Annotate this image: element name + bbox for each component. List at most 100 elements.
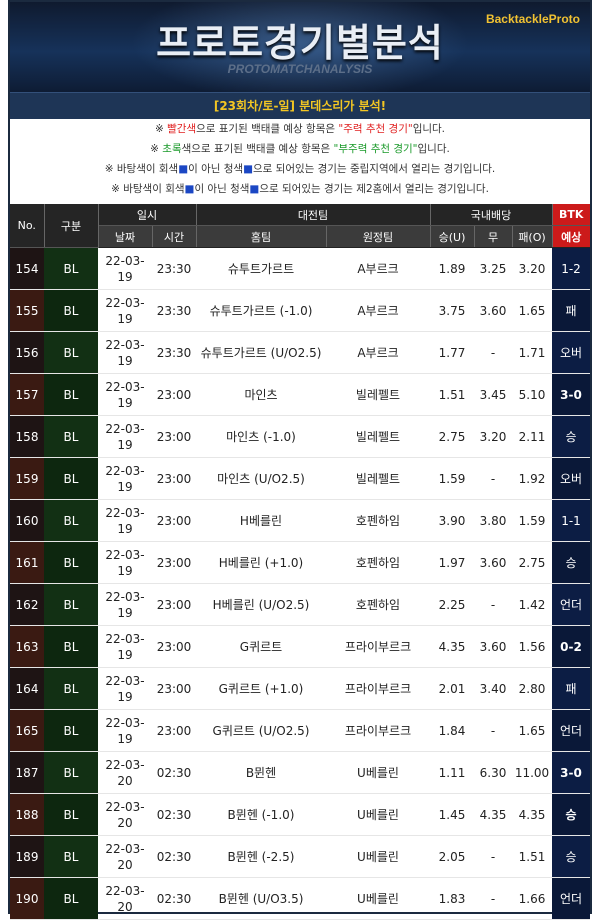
header-pred: 예상 — [552, 225, 590, 248]
away-team: 프라이부르크 — [326, 667, 430, 710]
btk-prediction: 패 — [552, 289, 590, 332]
match-date: 22-03-19 — [98, 541, 152, 584]
league-code: BL — [44, 583, 98, 626]
table-row[interactable]: 154 BL 22-03-19 23:30 슈투트가르트 A부르크 1.89 3.25 3.20… — [10, 247, 590, 290]
odds-draw: - — [474, 709, 512, 752]
odds-win: 1.97 — [430, 541, 474, 584]
note-hl: ■ — [178, 163, 189, 175]
match-number: 157 — [10, 373, 44, 416]
page-frame: 프로토경기별분석 PROTOMATCHANALYSIS BacktacklePr… — [8, 0, 592, 920]
match-number: 154 — [10, 247, 44, 290]
away-team: A부르크 — [326, 289, 430, 332]
away-team: U베를린 — [326, 793, 430, 836]
table-row[interactable]: 163 BL 22-03-19 23:00 G퀴르트 프라이부르크 4.35 3.60 1.56… — [10, 625, 590, 668]
table-row[interactable]: 161 BL 22-03-19 23:00 H베를린 (+1.0) 호펜하임 1.97 3.6… — [10, 541, 590, 584]
odds-win: 1.83 — [430, 877, 474, 920]
table-row[interactable]: 190 BL 22-03-20 02:30 B뮌헨 (U/O3.5) U베를린 1.83-1… — [10, 877, 590, 920]
odds-draw: 4.35 — [474, 793, 512, 836]
note-mid: 이 아닌 청색 — [194, 183, 250, 195]
league-code: BL — [44, 289, 98, 332]
match-date: 22-03-19 — [98, 331, 152, 374]
match-number: 189 — [10, 835, 44, 878]
table-row[interactable]: 164 BL 22-03-19 23:00 G퀴르트 (+1.0) 프라이부르크 2.01 3… — [10, 667, 590, 710]
home-team: B뮌헨 (U/O3.5) — [196, 877, 326, 920]
odds-draw: 6.30 — [474, 751, 512, 794]
odds-draw: 3.60 — [474, 541, 512, 584]
odds-draw: - — [474, 583, 512, 626]
btk-prediction: 0-2 — [552, 625, 590, 668]
brand-logo[interactable]: BacktackleProto — [486, 12, 580, 26]
note-hl2: ■ — [243, 163, 254, 175]
header-match: 대전팀 — [196, 204, 431, 226]
odds-win: 1.11 — [430, 751, 474, 794]
btk-prediction: 언더 — [552, 709, 590, 752]
odds-draw: - — [474, 331, 512, 374]
match-number: 187 — [10, 751, 44, 794]
match-time: 02:30 — [152, 877, 196, 920]
home-team: H베를린 (U/O2.5) — [196, 583, 326, 626]
odds-lose: 2.11 — [512, 415, 552, 458]
match-date: 22-03-20 — [98, 835, 152, 878]
table-row[interactable]: 189 BL 22-03-20 02:30 B뮌헨 (-2.5) U베를린 2.05-1.5… — [10, 835, 590, 878]
away-team: U베를린 — [326, 835, 430, 878]
odds-draw: 3.60 — [474, 625, 512, 668]
table-row[interactable]: 160 BL 22-03-19 23:00 H베를린 호펜하임 3.90 3.80 1.59 1-… — [10, 499, 590, 542]
header-gubun: 구분 — [44, 204, 99, 248]
note-post: 으로 되어있는 경기는 중립지역에서 열리는 경기입니다. — [253, 163, 496, 175]
home-team: G퀴르트 — [196, 625, 326, 668]
note-post: 입니다. — [417, 143, 450, 155]
away-team: U베를린 — [326, 751, 430, 794]
table-row[interactable]: 155 BL 22-03-19 23:30 슈투트가르트 (-1.0) A부르크 3.75 3… — [10, 289, 590, 332]
note-pre: ※ — [150, 143, 163, 155]
match-time: 23:00 — [152, 499, 196, 542]
odds-lose: 2.80 — [512, 667, 552, 710]
league-code: BL — [44, 835, 98, 878]
round-title: [23회차/토-일] 분데스리가 분석! — [10, 92, 590, 120]
btk-prediction: 1-2 — [552, 247, 590, 290]
table-row[interactable]: 157 BL 22-03-19 23:00 마인츠 빌레펠트 1.51 3.45 5.10 3-0 — [10, 373, 590, 416]
odds-lose: 1.66 — [512, 877, 552, 920]
odds-win: 4.35 — [430, 625, 474, 668]
league-code: BL — [44, 373, 98, 416]
note-pre: ※ 바탕색이 회색 — [104, 163, 179, 175]
odds-lose: 1.92 — [512, 457, 552, 500]
table-row[interactable]: 158 BL 22-03-19 23:00 마인츠 (-1.0) 빌레펠트 2.75 3.20… — [10, 415, 590, 458]
btk-prediction: 언더 — [552, 583, 590, 626]
away-team: 빌레펠트 — [326, 415, 430, 458]
home-team: 마인츠 (U/O2.5) — [196, 457, 326, 500]
odds-win: 3.90 — [430, 499, 474, 542]
table-row[interactable]: 165 BL 22-03-19 23:00 G퀴르트 (U/O2.5) 프라이부르크 1.8… — [10, 709, 590, 752]
header-away: 원정팀 — [326, 225, 431, 248]
table-row[interactable]: 187 BL 22-03-20 02:30 B뮌헨 U베를린 1.11 6.30 11.00 3-… — [10, 751, 590, 794]
match-time: 23:00 — [152, 583, 196, 626]
note-hl: 초록 — [162, 143, 182, 155]
match-number: 190 — [10, 877, 44, 920]
btk-prediction: 패 — [552, 667, 590, 710]
league-code: BL — [44, 877, 98, 920]
table-row[interactable]: 156 BL 22-03-19 23:30 슈투트가르트 (U/O2.5) A부르크 1.7… — [10, 331, 590, 374]
match-number: 164 — [10, 667, 44, 710]
match-date: 22-03-19 — [98, 457, 152, 500]
home-team: B뮌헨 (-1.0) — [196, 793, 326, 836]
notes: ※ 빨간색으로 표기된 백태클 예상 항목은 "주력 추천 경기"입니다. ※ 초… — [10, 119, 590, 203]
away-team: A부르크 — [326, 247, 430, 290]
league-code: BL — [44, 709, 98, 752]
league-code: BL — [44, 457, 98, 500]
match-time: 23:00 — [152, 415, 196, 458]
away-team: 빌레펠트 — [326, 373, 430, 416]
match-date: 22-03-20 — [98, 877, 152, 920]
match-number: 159 — [10, 457, 44, 500]
match-date: 22-03-19 — [98, 709, 152, 752]
home-team: 마인츠 — [196, 373, 326, 416]
btk-prediction: 3-0 — [552, 373, 590, 416]
match-number: 158 — [10, 415, 44, 458]
table-row[interactable]: 188 BL 22-03-20 02:30 B뮌헨 (-1.0) U베를린 1.45 4.35… — [10, 793, 590, 836]
odds-lose: 1.65 — [512, 709, 552, 752]
table-row[interactable]: 159 BL 22-03-19 23:00 마인츠 (U/O2.5) 빌레펠트 1.59-1… — [10, 457, 590, 500]
league-code: BL — [44, 499, 98, 542]
table-row[interactable]: 162 BL 22-03-19 23:00 H베를린 (U/O2.5) 호펜하임 2.25-… — [10, 583, 590, 626]
away-team: 프라이부르크 — [326, 709, 430, 752]
note-line: ※ 바탕색이 회색■이 아닌 청색■으로 되어있는 경기는 제2홈에서 열리는 … — [10, 179, 590, 199]
odds-lose: 1.56 — [512, 625, 552, 668]
odds-win: 1.51 — [430, 373, 474, 416]
